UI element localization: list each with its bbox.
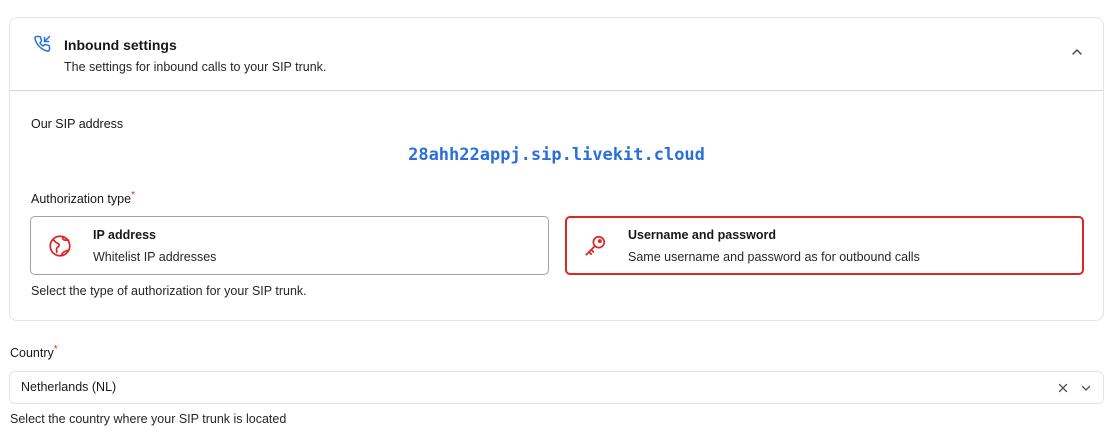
country-select-value: Netherlands (NL): [21, 380, 117, 394]
chevron-up-icon[interactable]: [1069, 44, 1085, 60]
chevron-down-icon[interactable]: [1079, 381, 1093, 395]
inbound-settings-card: Inbound settings The settings for inboun…: [9, 17, 1104, 321]
required-mark: *: [131, 189, 135, 201]
phone-incoming-icon: [32, 34, 52, 54]
country-select[interactable]: Netherlands (NL): [9, 371, 1104, 404]
required-mark: *: [53, 343, 58, 355]
authorization-type-label-text: Authorization type: [31, 192, 132, 206]
inbound-settings-title: Inbound settings: [64, 37, 177, 53]
authorization-type-label: Authorization type*: [31, 189, 135, 206]
auth-option-description: Whitelist IP addresses: [93, 250, 217, 264]
inbound-settings-header[interactable]: Inbound settings The settings for inboun…: [10, 18, 1103, 91]
auth-option-ip-address[interactable]: IP address Whitelist IP addresses: [30, 216, 549, 275]
country-help-text: Select the country where your SIP trunk …: [10, 412, 287, 426]
country-label-text: Country: [10, 346, 54, 360]
globe-icon: [47, 233, 73, 259]
clear-icon[interactable]: [1056, 381, 1070, 395]
auth-option-description: Same username and password as for outbou…: [628, 250, 920, 264]
key-icon: [582, 233, 608, 259]
sip-address-value: 28ahh22appj.sip.livekit.cloud: [408, 145, 705, 165]
country-label: Country*: [10, 343, 58, 360]
sip-address-label: Our SIP address: [31, 117, 124, 131]
auth-option-title: IP address: [93, 228, 157, 242]
authorization-help-text: Select the type of authorization for you…: [31, 284, 307, 298]
auth-option-title: Username and password: [628, 228, 776, 242]
auth-option-username-password[interactable]: Username and password Same username and …: [565, 216, 1084, 275]
inbound-settings-subtitle: The settings for inbound calls to your S…: [64, 60, 327, 74]
